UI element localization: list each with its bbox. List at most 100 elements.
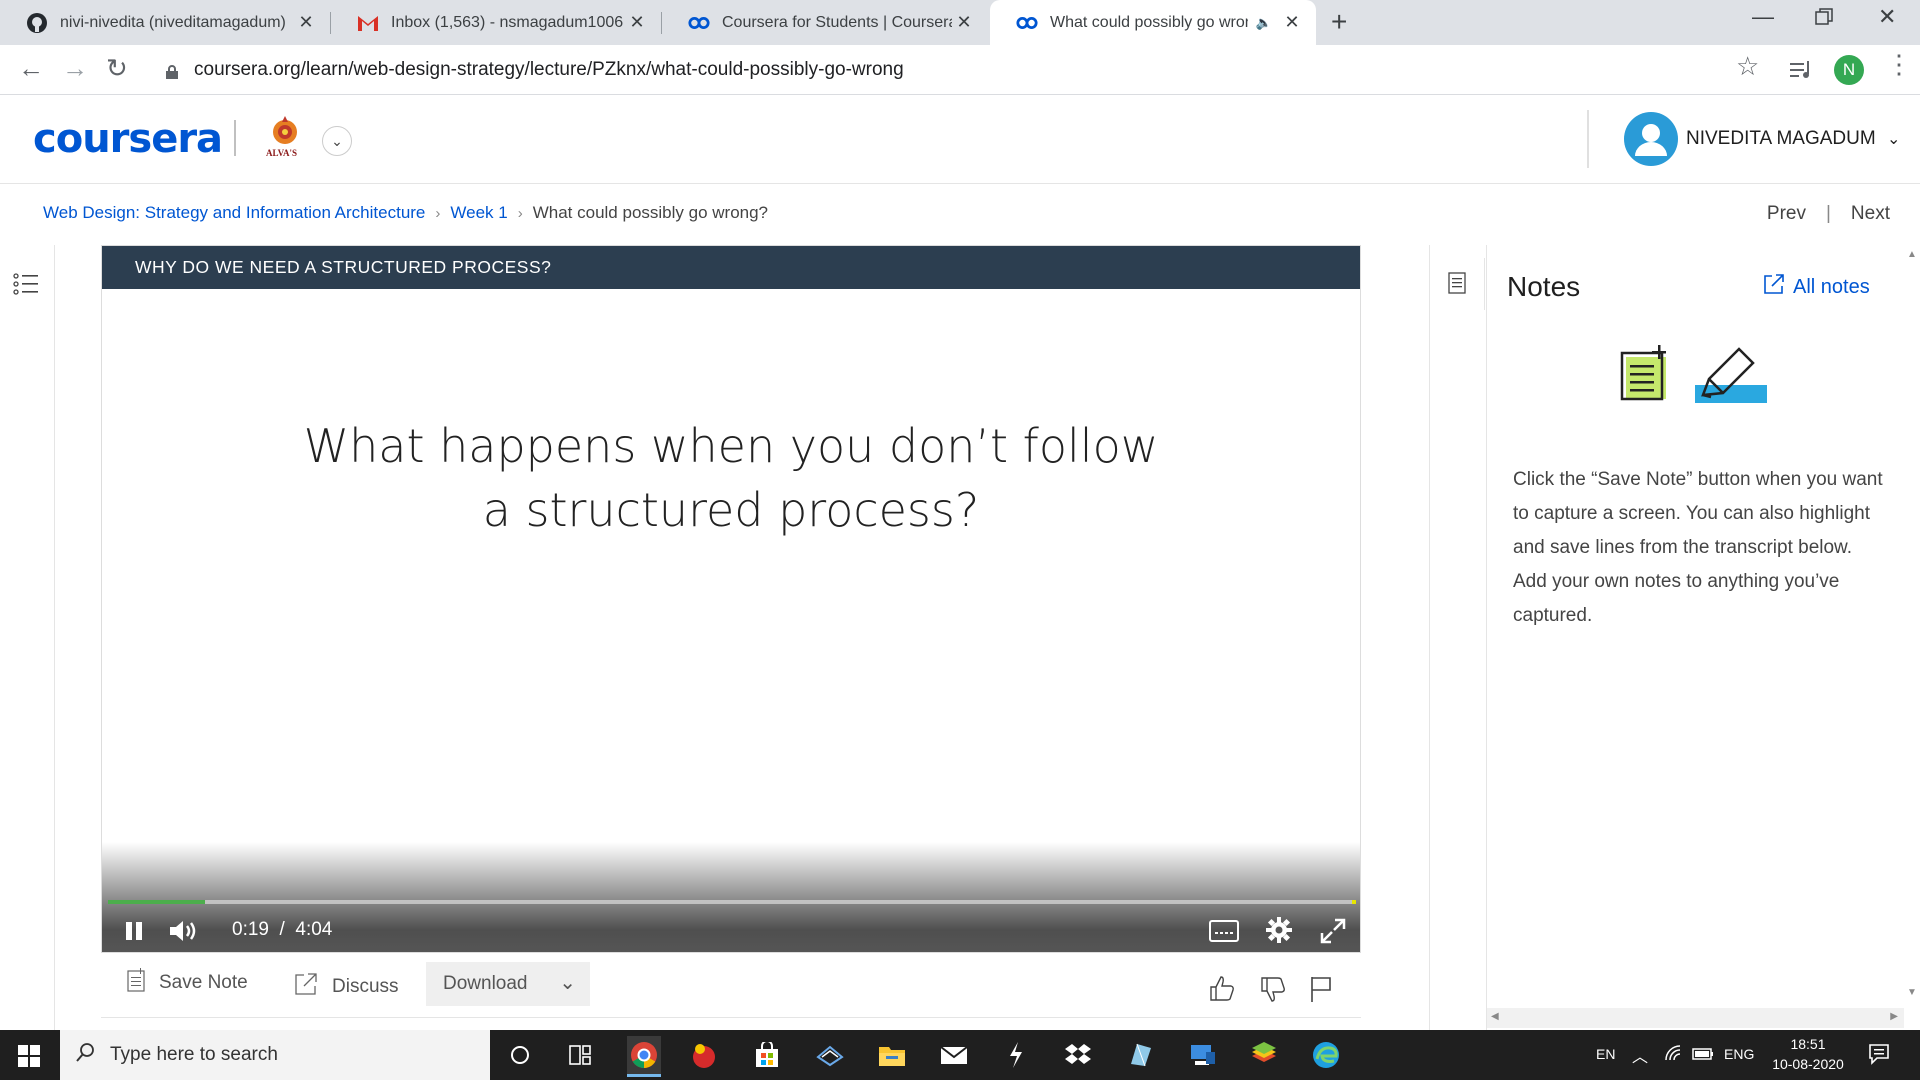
note-icon — [127, 968, 145, 998]
breadcrumb-chevron-icon: › — [517, 204, 523, 222]
restore-window-icon[interactable] — [1815, 6, 1833, 32]
external-link-icon — [1763, 273, 1785, 301]
chrome-taskbar-icon[interactable] — [627, 1036, 661, 1077]
battery-icon[interactable] — [1692, 1047, 1714, 1064]
input-language[interactable]: ENG — [1724, 1046, 1754, 1062]
scroll-up-arrow-icon[interactable]: ▲ — [1907, 249, 1917, 260]
chevron-down-icon: ⌄ — [559, 972, 576, 994]
discuss-button[interactable]: Discuss — [294, 972, 399, 1002]
institution-switcher-button[interactable]: ⌄ — [322, 126, 352, 156]
close-tab-icon[interactable]: ✕ — [1280, 12, 1304, 33]
windows-start-icon[interactable] — [18, 1045, 40, 1072]
download-label: Download — [443, 973, 528, 994]
thumbs-down-icon[interactable] — [1259, 976, 1287, 1009]
video-time: 0:19 / 4:04 — [232, 919, 332, 941]
reload-icon[interactable]: ↻ — [106, 53, 128, 84]
app-taskbar-icon[interactable] — [1248, 1039, 1280, 1071]
fullscreen-icon[interactable] — [1320, 918, 1346, 949]
profile-avatar[interactable]: N — [1834, 55, 1864, 85]
scroll-left-arrow-icon[interactable]: ◀ — [1491, 1011, 1499, 1022]
close-tab-icon[interactable]: ✕ — [952, 12, 976, 33]
address-bar[interactable]: coursera.org/learn/web-design-strategy/l… — [146, 51, 1746, 89]
notes-rail — [1431, 258, 1485, 310]
video-progress-bar[interactable] — [108, 900, 1356, 904]
back-arrow-icon[interactable]: ← — [18, 53, 44, 84]
app-taskbar-icon[interactable] — [1186, 1039, 1218, 1071]
search-icon — [76, 1042, 96, 1068]
header-divider — [1587, 110, 1589, 168]
settings-gear-icon[interactable] — [1266, 917, 1292, 948]
time-separator: / — [274, 919, 291, 940]
clock-time: 18:51 — [1790, 1036, 1826, 1052]
notification-center-icon[interactable] — [1868, 1043, 1890, 1068]
forward-arrow-icon[interactable]: → — [62, 53, 88, 84]
video-player[interactable]: WHY DO WE NEED A STRUCTURED PROCESS? Wha… — [101, 245, 1361, 953]
lecture-actions-bar: Save Note Discuss Download ⌄ — [101, 962, 1361, 1018]
next-link[interactable]: Next — [1851, 203, 1890, 225]
scroll-right-arrow-icon[interactable]: ▶ — [1890, 1011, 1898, 1022]
dropbox-icon[interactable] — [1062, 1039, 1094, 1071]
tab-title: Inbox (1,563) - nsmagadum1006 — [391, 13, 624, 31]
download-dropdown[interactable]: Download ⌄ — [426, 962, 590, 1006]
vertical-scrollbar[interactable]: ▲ ▼ — [1904, 245, 1920, 1030]
app-taskbar-icon[interactable] — [1124, 1039, 1156, 1071]
browser-tab[interactable]: Coursera for Students | Coursera ✕ — [662, 0, 988, 45]
external-link-icon — [294, 972, 318, 1002]
site-header: coursera ALVA'S ⌄ NIVEDITA MAGADUM ⌄ — [0, 96, 1920, 184]
tab-title: nivi-nivedita (niveditamagadum) — [60, 13, 286, 31]
video-section-title: WHY DO WE NEED A STRUCTURED PROCESS? — [102, 246, 1360, 289]
chevron-up-icon[interactable]: ︿ — [1632, 1043, 1648, 1067]
breadcrumb-week-link[interactable]: Week 1 — [450, 203, 507, 223]
user-name-menu[interactable]: NIVEDITA MAGADUM ⌄ — [1686, 128, 1900, 150]
institution-logo[interactable]: ALVA'S — [262, 114, 308, 164]
file-explorer-icon[interactable] — [876, 1039, 908, 1071]
pause-icon[interactable] — [124, 921, 144, 946]
store-icon[interactable] — [751, 1039, 783, 1071]
scroll-down-arrow-icon[interactable]: ▼ — [1907, 987, 1917, 998]
app-taskbar-icon[interactable] — [1000, 1039, 1032, 1071]
subtitles-icon[interactable] — [1209, 920, 1239, 947]
mail-icon[interactable] — [938, 1039, 970, 1071]
app-taskbar-icon[interactable] — [814, 1039, 846, 1071]
all-notes-link[interactable]: All notes — [1763, 273, 1870, 301]
browser-tab[interactable]: nivi-nivedita (niveditamagadum) ✕ — [0, 0, 330, 45]
wifi-icon[interactable] — [1664, 1044, 1684, 1065]
close-window-icon[interactable]: ✕ — [1878, 4, 1896, 30]
browser-tab-active[interactable]: What could possibly go wrong? 🔈 ✕ — [990, 0, 1316, 45]
breadcrumb-course-link[interactable]: Web Design: Strategy and Information Arc… — [43, 203, 425, 223]
language-indicator[interactable]: EN — [1596, 1046, 1615, 1062]
thumbs-up-icon[interactable] — [1208, 974, 1236, 1007]
browser-menu-icon[interactable]: ⋮ — [1886, 49, 1912, 80]
minimize-window-icon[interactable]: — — [1752, 4, 1774, 30]
chevron-down-icon: ⌄ — [1886, 131, 1901, 148]
browser-toolbar: ← → ↻ coursera.org/learn/web-design-stra… — [0, 45, 1920, 95]
video-progress-end-marker — [1352, 900, 1356, 904]
cortana-icon[interactable] — [504, 1039, 536, 1071]
outline-list-icon[interactable] — [13, 271, 39, 302]
new-tab-button[interactable]: + — [1331, 6, 1347, 38]
close-tab-icon[interactable]: ✕ — [294, 12, 318, 33]
save-note-label: Save Note — [159, 972, 248, 993]
taskbar-search-box[interactable]: Type here to search — [60, 1030, 490, 1080]
prev-link[interactable]: Prev — [1767, 203, 1806, 225]
task-view-icon[interactable] — [564, 1039, 596, 1071]
system-clock[interactable]: 18:51 10-08-2020 — [1770, 1034, 1846, 1074]
breadcrumb-current: What could possibly go wrong? — [532, 203, 769, 222]
notes-document-icon[interactable] — [1448, 272, 1466, 299]
horizontal-scrollbar[interactable]: ◀ ▶ — [1487, 1008, 1904, 1028]
media-queue-icon[interactable] — [1790, 55, 1812, 86]
speaker-audio-icon[interactable]: 🔈 — [1256, 15, 1272, 31]
browser-tab[interactable]: Inbox (1,563) - nsmagadum1006 ✕ — [331, 0, 661, 45]
user-avatar[interactable] — [1624, 112, 1678, 166]
bookmark-star-icon[interactable]: ☆ — [1736, 51, 1759, 82]
flag-icon[interactable] — [1309, 975, 1333, 1008]
slide-line: a structured process? — [482, 483, 980, 537]
app-taskbar-icon[interactable] — [688, 1039, 720, 1071]
url-text: coursera.org/learn/web-design-strategy/l… — [194, 59, 904, 80]
volume-icon[interactable] — [168, 919, 198, 948]
clock-date: 10-08-2020 — [1772, 1056, 1844, 1072]
save-note-button[interactable]: Save Note — [127, 968, 248, 998]
edge-icon[interactable] — [1310, 1039, 1342, 1071]
coursera-logo[interactable]: coursera — [33, 116, 223, 162]
close-tab-icon[interactable]: ✕ — [625, 12, 649, 33]
